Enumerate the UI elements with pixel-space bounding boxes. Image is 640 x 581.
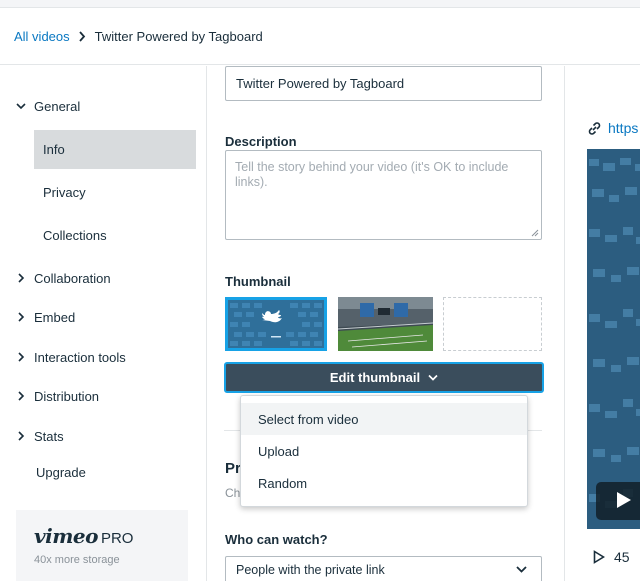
sidebar-item-info[interactable]: Info xyxy=(34,130,196,169)
sidebar-item-collaboration[interactable]: Collaboration xyxy=(0,259,111,297)
pro-subtitle: 40x more storage xyxy=(34,554,120,566)
pro-tier-label: PRO xyxy=(100,530,134,547)
sidebar-item-label: Distribution xyxy=(34,388,100,404)
video-link[interactable]: https xyxy=(587,120,638,136)
sidebar-item-embed[interactable]: Embed xyxy=(0,298,75,336)
video-link-text: https xyxy=(608,120,639,136)
privacy-subtext: Ch xyxy=(225,486,241,500)
edit-thumbnail-button[interactable]: Edit thumbnail xyxy=(224,362,544,393)
video-preview-panel: https 45 xyxy=(564,66,640,581)
thumbnail-tweet-wall-image xyxy=(228,300,324,348)
who-can-watch-label: Who can watch? xyxy=(225,532,328,547)
thumbnail-option-stadium[interactable] xyxy=(338,297,433,351)
top-strip xyxy=(0,0,640,8)
play-count-icon xyxy=(593,550,605,564)
description-placeholder: Tell the story behind your video (it's O… xyxy=(235,160,509,189)
chevron-down-icon xyxy=(428,374,438,381)
title-input[interactable]: Twitter Powered by Tagboard xyxy=(225,66,542,101)
menu-item-upload[interactable]: Upload xyxy=(241,435,527,467)
sidebar-item-collections[interactable]: Collections xyxy=(34,216,196,255)
resize-handle-icon[interactable] xyxy=(531,229,539,237)
who-can-watch-value: People with the private link xyxy=(236,563,385,577)
vimeo-wordmark: vimeo xyxy=(34,524,98,548)
sidebar-item-label: Collaboration xyxy=(34,270,111,286)
sidebar-item-privacy[interactable]: Privacy xyxy=(34,173,196,212)
who-can-watch-select[interactable]: People with the private link xyxy=(225,556,542,581)
chevron-right-icon xyxy=(16,273,26,283)
description-textarea[interactable]: Tell the story behind your video (it's O… xyxy=(225,150,542,240)
sidebar-item-label: General xyxy=(34,98,81,114)
thumbnail-label: Thumbnail xyxy=(225,274,291,289)
link-icon xyxy=(587,121,602,136)
sidebar-item-label: Interaction tools xyxy=(34,349,126,365)
description-label: Description xyxy=(225,134,297,149)
thumbnail-dropdown-menu: Select from video Upload Random xyxy=(240,395,528,507)
chevron-right-icon xyxy=(78,30,86,42)
chevron-right-icon xyxy=(16,391,26,401)
sidebar-item-stats[interactable]: Stats xyxy=(0,417,64,455)
play-count-value: 45 xyxy=(614,549,630,565)
chevron-down-icon xyxy=(516,566,527,573)
sidebar-item-label: Embed xyxy=(34,309,76,325)
settings-sidebar: General Info Privacy Collections Collabo… xyxy=(0,66,207,581)
video-preview-image xyxy=(587,149,640,529)
privacy-heading: Pr xyxy=(225,460,241,477)
play-button[interactable] xyxy=(596,482,640,520)
chevron-right-icon xyxy=(16,431,26,441)
menu-item-select-from-video[interactable]: Select from video xyxy=(241,403,527,435)
breadcrumb: All videos Twitter Powered by Tagboard xyxy=(0,8,640,65)
sidebar-item-general[interactable]: General xyxy=(0,87,80,125)
chevron-down-icon xyxy=(16,101,26,111)
thumbnail-stadium-image xyxy=(338,297,433,351)
menu-item-random[interactable]: Random xyxy=(241,467,527,499)
vimeo-pro-promo[interactable]: vimeo PRO 40x more storage xyxy=(16,510,188,581)
chevron-right-icon xyxy=(16,352,26,362)
sidebar-item-label: Stats xyxy=(34,428,64,444)
play-count: 45 xyxy=(593,549,630,565)
edit-thumbnail-label: Edit thumbnail xyxy=(329,370,421,385)
play-icon xyxy=(616,491,632,512)
breadcrumb-all-videos-link[interactable]: All videos xyxy=(14,29,70,44)
sidebar-item-upgrade[interactable]: Upgrade xyxy=(36,465,86,480)
breadcrumb-current: Twitter Powered by Tagboard xyxy=(94,28,263,44)
sidebar-item-distribution[interactable]: Distribution xyxy=(0,377,99,415)
video-preview[interactable] xyxy=(587,149,640,529)
chevron-right-icon xyxy=(16,312,26,322)
vimeo-pro-logo: vimeo PRO xyxy=(34,524,188,548)
thumbnail-option-empty[interactable] xyxy=(443,297,542,351)
sidebar-item-interaction-tools[interactable]: Interaction tools xyxy=(0,338,126,376)
thumbnail-option-selected[interactable] xyxy=(225,297,327,351)
